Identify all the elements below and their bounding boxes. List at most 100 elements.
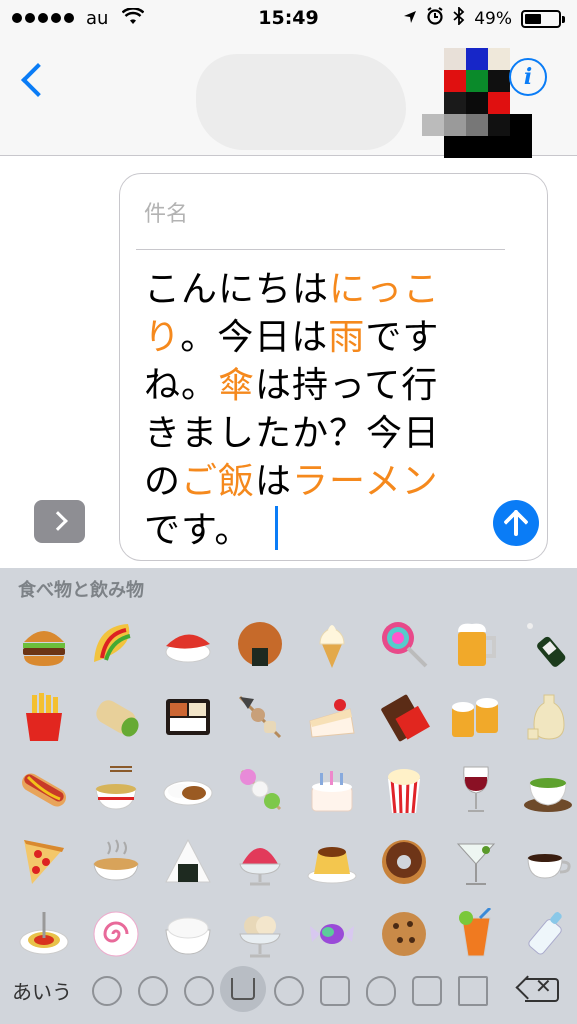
- french-fries-icon: [18, 691, 70, 743]
- emoji-custard[interactable]: [296, 826, 368, 898]
- burrito-icon: [90, 691, 142, 743]
- emoji-chocolate-bar[interactable]: [368, 681, 440, 753]
- status-bar: au 15:49 49%: [0, 0, 577, 38]
- alarm-icon: [426, 7, 444, 30]
- tropical-drink-icon: [450, 906, 502, 960]
- taco-icon: [90, 618, 142, 670]
- soccer-ball-icon[interactable]: [274, 976, 304, 1006]
- emoji-doughnut[interactable]: [368, 826, 440, 898]
- emoji-stew[interactable]: [80, 826, 152, 898]
- highlighted-word: 傘: [218, 365, 256, 406]
- subject-field[interactable]: 件名: [144, 196, 188, 228]
- bluetooth-icon: [453, 5, 465, 30]
- emoji-spaghetti[interactable]: [8, 898, 80, 970]
- emoji-rice-ball[interactable]: [152, 826, 224, 898]
- delete-button[interactable]: ✕: [515, 974, 559, 1006]
- spaghetti-icon: [18, 908, 70, 960]
- curry-rice-icon: [162, 763, 214, 815]
- doughnut-icon: [378, 836, 430, 888]
- emoji-beer-mug[interactable]: [440, 608, 512, 680]
- popcorn-icon: [378, 763, 430, 815]
- info-button[interactable]: i: [509, 58, 547, 96]
- emoji-tropical-drink[interactable]: [440, 898, 512, 970]
- dango-icon: [234, 763, 286, 815]
- message-text: 。今日は: [180, 317, 329, 358]
- emoji-baby-bottle[interactable]: [512, 898, 577, 970]
- emoji-hamburger[interactable]: [8, 608, 80, 680]
- emoji-ice-cream[interactable]: [224, 898, 296, 970]
- emoji-lollipop[interactable]: [368, 608, 440, 680]
- emoji-popcorn[interactable]: [368, 753, 440, 825]
- emoji-oden[interactable]: [224, 681, 296, 753]
- chevron-left-icon[interactable]: [21, 63, 55, 97]
- emoji-sushi[interactable]: [152, 608, 224, 680]
- navigation-bar: i: [0, 38, 577, 158]
- emoji-green-tea[interactable]: [512, 753, 577, 825]
- building-icon[interactable]: [320, 976, 350, 1006]
- food-category-tab[interactable]: [220, 966, 266, 1012]
- hot-beverage-icon: [522, 836, 574, 888]
- emoji-french-fries[interactable]: [8, 681, 80, 753]
- emoji-shaved-ice[interactable]: [224, 826, 296, 898]
- emoji-clinking-beer-mugs[interactable]: [440, 681, 512, 753]
- shortcake-icon: [306, 691, 358, 743]
- contact-header[interactable]: [196, 48, 532, 158]
- emoji-fish-cake[interactable]: [80, 898, 152, 970]
- sake-icon: [522, 691, 574, 743]
- emoji-wine-glass[interactable]: [440, 753, 512, 825]
- emoji-bento-box[interactable]: [152, 681, 224, 753]
- clock-icon[interactable]: [92, 976, 122, 1006]
- emoji-taco[interactable]: [80, 608, 152, 680]
- emoji-cooked-rice[interactable]: [152, 898, 224, 970]
- emoji-sake[interactable]: [512, 681, 577, 753]
- emoji-pizza[interactable]: [8, 826, 80, 898]
- flag-icon[interactable]: [458, 976, 488, 1006]
- steaming-bowl-icon: [90, 763, 142, 815]
- green-tea-icon: [522, 763, 574, 815]
- ice-cream-icon: [234, 908, 286, 960]
- emoji-shortcake[interactable]: [296, 681, 368, 753]
- emoji-soft-ice-cream[interactable]: [296, 608, 368, 680]
- cookie-icon: [378, 908, 430, 960]
- smiley-icon[interactable]: [138, 976, 168, 1006]
- emoji-birthday-cake[interactable]: [296, 753, 368, 825]
- cooked-rice-icon: [162, 908, 214, 960]
- expand-apps-button[interactable]: [34, 500, 85, 543]
- emoji-steaming-bowl[interactable]: [80, 753, 152, 825]
- baby-bottle-icon: [522, 908, 574, 960]
- emoji-curry-rice[interactable]: [152, 753, 224, 825]
- send-button[interactable]: [493, 500, 539, 546]
- emoji-burrito[interactable]: [80, 681, 152, 753]
- emoji-candy[interactable]: [296, 898, 368, 970]
- emoji-grid: [8, 608, 577, 971]
- rice-cracker-icon: [234, 618, 286, 670]
- emoji-hot-dog[interactable]: [8, 753, 80, 825]
- highlighted-word: 雨: [328, 317, 366, 358]
- custard-icon: [306, 836, 358, 888]
- symbols-icon[interactable]: [412, 976, 442, 1006]
- animal-icon[interactable]: [184, 976, 214, 1006]
- oden-icon: [234, 691, 286, 743]
- emoji-champagne[interactable]: [512, 608, 577, 680]
- message-compose-box[interactable]: 件名 こんにちはにっこり。今日は雨ですね。傘は持って行きましたか？今日のご飯はラ…: [119, 173, 548, 561]
- emoji-hot-beverage[interactable]: [512, 826, 577, 898]
- emoji-dango[interactable]: [224, 753, 296, 825]
- wine-glass-icon: [450, 763, 502, 815]
- keyboard-toolbar: あいう ✕: [0, 962, 577, 1024]
- message-text: です。: [144, 510, 252, 551]
- shaved-ice-icon: [234, 836, 286, 888]
- kana-keyboard-button[interactable]: あいう: [12, 976, 72, 1005]
- soft-ice-cream-icon: [306, 618, 358, 670]
- message-input[interactable]: こんにちはにっこり。今日は雨ですね。傘は持って行きましたか？今日のご飯はラーメン…: [144, 266, 474, 555]
- pizza-icon: [18, 836, 70, 888]
- lightbulb-icon[interactable]: [366, 976, 396, 1006]
- location-icon: [403, 9, 417, 29]
- emoji-cocktail-glass[interactable]: [440, 826, 512, 898]
- chocolate-bar-icon: [378, 691, 430, 743]
- emoji-cookie[interactable]: [368, 898, 440, 970]
- food-icon: [231, 978, 255, 1000]
- info-icon: i: [523, 64, 533, 90]
- beer-mug-icon: [450, 618, 502, 670]
- emoji-rice-cracker[interactable]: [224, 608, 296, 680]
- battery-percentage: 49%: [474, 8, 512, 29]
